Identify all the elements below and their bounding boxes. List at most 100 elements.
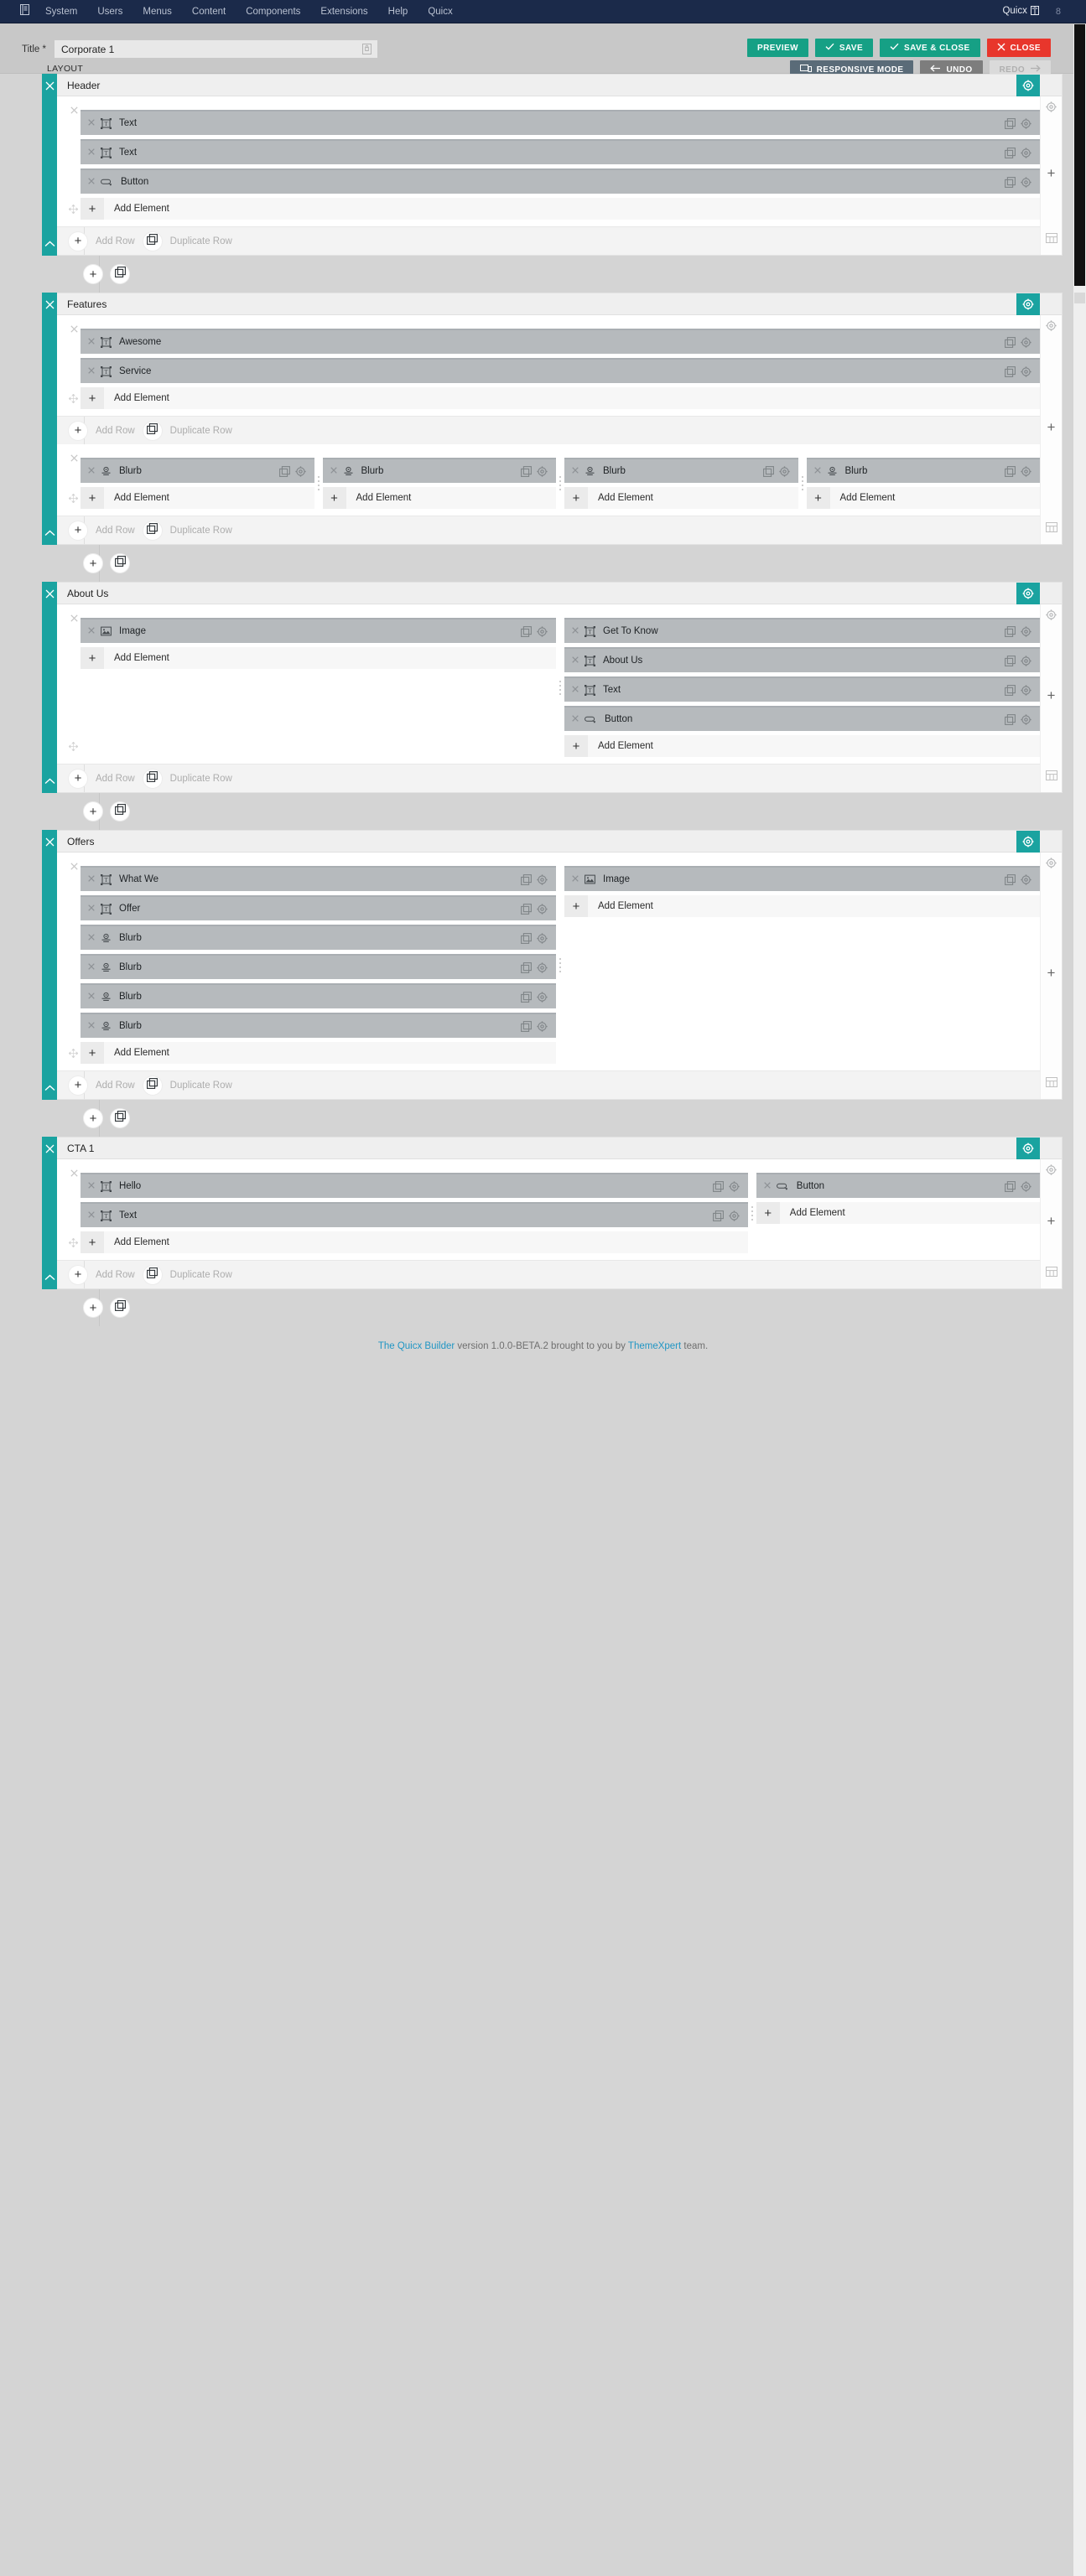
section-settings-gear-icon[interactable]	[1016, 583, 1040, 604]
section-settings-gear-icon[interactable]	[1016, 831, 1040, 853]
element-duplicate-icon[interactable]	[1005, 625, 1016, 637]
joomla-menu-icon[interactable]	[13, 0, 35, 23]
add-section-button[interactable]: +	[84, 802, 102, 821]
add-row-button[interactable]: +	[69, 1265, 87, 1284]
row-delete-icon[interactable]	[70, 454, 78, 464]
element-delete-icon[interactable]	[88, 1181, 95, 1191]
menu-item-extensions[interactable]: Extensions	[310, 0, 377, 23]
row-settings-gear-icon[interactable]	[1041, 858, 1063, 868]
builder-element[interactable]: Image	[81, 618, 556, 643]
add-section-button[interactable]: +	[84, 1109, 102, 1127]
row-move-handle-icon[interactable]	[68, 1047, 79, 1062]
user-badge[interactable]: 8	[1049, 0, 1073, 23]
element-duplicate-icon[interactable]	[1005, 655, 1016, 666]
section-settings-gear-icon[interactable]	[1016, 293, 1040, 315]
builder-element[interactable]: Image	[564, 866, 1040, 891]
element-delete-icon[interactable]	[88, 933, 95, 943]
add-column-icon[interactable]: +	[1041, 966, 1063, 980]
builder-element[interactable]: T Offer	[81, 895, 556, 920]
section-settings-gear-icon[interactable]	[1016, 75, 1040, 96]
element-delete-icon[interactable]	[572, 656, 579, 666]
element-delete-icon[interactable]	[572, 466, 579, 476]
builder-element[interactable]: Blurb	[81, 925, 556, 950]
section-collapse-icon[interactable]	[42, 1271, 57, 1284]
section-collapse-icon[interactable]	[42, 1081, 57, 1095]
element-settings-gear-icon[interactable]	[1021, 336, 1031, 348]
element-delete-icon[interactable]	[88, 148, 95, 158]
element-duplicate-icon[interactable]	[712, 1180, 724, 1192]
section-collapse-icon[interactable]	[42, 237, 57, 251]
element-duplicate-icon[interactable]	[1005, 336, 1016, 348]
add-section-button[interactable]: +	[84, 265, 102, 283]
element-duplicate-icon[interactable]	[1005, 713, 1016, 725]
element-duplicate-icon[interactable]	[521, 961, 532, 973]
builder-element[interactable]: T Service	[81, 358, 1040, 383]
element-duplicate-icon[interactable]	[521, 465, 532, 477]
close-button[interactable]: CLOSE	[986, 39, 1051, 57]
element-settings-gear-icon[interactable]	[1021, 365, 1031, 377]
add-column-icon[interactable]: +	[1041, 420, 1063, 434]
menu-item-help[interactable]: Help	[378, 0, 418, 23]
duplicate-row-button[interactable]	[143, 521, 162, 540]
column-resize-handle[interactable]	[556, 866, 564, 1064]
element-settings-gear-icon[interactable]	[537, 1020, 548, 1032]
scrollbar-arrow-down[interactable]	[1074, 293, 1085, 303]
element-settings-gear-icon[interactable]	[1021, 684, 1031, 696]
row-move-handle-icon[interactable]	[68, 492, 79, 507]
row-delete-icon[interactable]	[70, 1169, 78, 1179]
element-duplicate-icon[interactable]	[1005, 684, 1016, 696]
duplicate-row-button[interactable]	[143, 769, 162, 788]
element-duplicate-icon[interactable]	[521, 932, 532, 944]
element-delete-icon[interactable]	[88, 992, 95, 1002]
menu-item-menus[interactable]: Menus	[133, 0, 182, 23]
builder-element[interactable]: T What We	[81, 866, 556, 891]
duplicate-row-button[interactable]	[143, 1265, 162, 1284]
add-section-button[interactable]: +	[84, 1298, 102, 1317]
duplicate-section-button[interactable]	[111, 1298, 129, 1317]
element-duplicate-icon[interactable]	[1005, 873, 1016, 885]
row-settings-gear-icon[interactable]	[1041, 1164, 1063, 1175]
footer-link-themexpert[interactable]: ThemeXpert	[628, 1341, 681, 1351]
column-resize-handle[interactable]	[556, 458, 564, 509]
section-delete-icon[interactable]	[42, 1142, 57, 1155]
element-delete-icon[interactable]	[330, 466, 337, 476]
row-settings-gear-icon[interactable]	[1041, 101, 1063, 112]
element-duplicate-icon[interactable]	[1005, 365, 1016, 377]
add-column-icon[interactable]: +	[1041, 166, 1063, 180]
element-duplicate-icon[interactable]	[762, 465, 774, 477]
builder-element[interactable]: Blurb	[81, 983, 556, 1008]
tab-layout[interactable]: LAYOUT	[47, 64, 83, 74]
element-delete-icon[interactable]	[572, 685, 579, 695]
column-resize-handle[interactable]	[748, 1173, 756, 1253]
element-delete-icon[interactable]	[88, 962, 95, 972]
add-element-button[interactable]: + Add Element	[81, 647, 556, 669]
builder-element[interactable]: T Text	[564, 676, 1040, 702]
element-settings-gear-icon[interactable]	[537, 625, 548, 637]
duplicate-row-button[interactable]	[143, 1075, 162, 1095]
preview-button[interactable]: PREVIEW	[747, 39, 808, 57]
add-section-button[interactable]: +	[84, 554, 102, 573]
builder-element[interactable]: Blurb	[322, 458, 556, 483]
duplicate-section-button[interactable]	[111, 554, 129, 573]
row-layout-icon[interactable]	[1041, 1267, 1063, 1277]
element-delete-icon[interactable]	[572, 874, 579, 884]
element-settings-gear-icon[interactable]	[537, 961, 548, 973]
element-duplicate-icon[interactable]	[521, 1020, 532, 1032]
row-move-handle-icon[interactable]	[68, 392, 79, 407]
duplicate-row-button[interactable]	[143, 231, 162, 251]
element-duplicate-icon[interactable]	[712, 1210, 724, 1221]
section-settings-gear-icon[interactable]	[1016, 1138, 1040, 1159]
element-delete-icon[interactable]	[88, 874, 95, 884]
add-element-button[interactable]: + Add Element	[81, 198, 1040, 220]
menu-item-components[interactable]: Components	[236, 0, 310, 23]
row-delete-icon[interactable]	[70, 106, 78, 117]
builder-element[interactable]: Blurb	[806, 458, 1040, 483]
duplicate-section-button[interactable]	[111, 802, 129, 821]
builder-element[interactable]: T Text	[81, 1202, 748, 1227]
row-layout-icon[interactable]	[1041, 770, 1063, 780]
add-row-button[interactable]: +	[69, 769, 87, 788]
element-settings-gear-icon[interactable]	[1021, 873, 1031, 885]
builder-element[interactable]: T Awesome	[81, 329, 1040, 354]
element-settings-gear-icon[interactable]	[537, 932, 548, 944]
section-delete-icon[interactable]	[42, 298, 57, 311]
